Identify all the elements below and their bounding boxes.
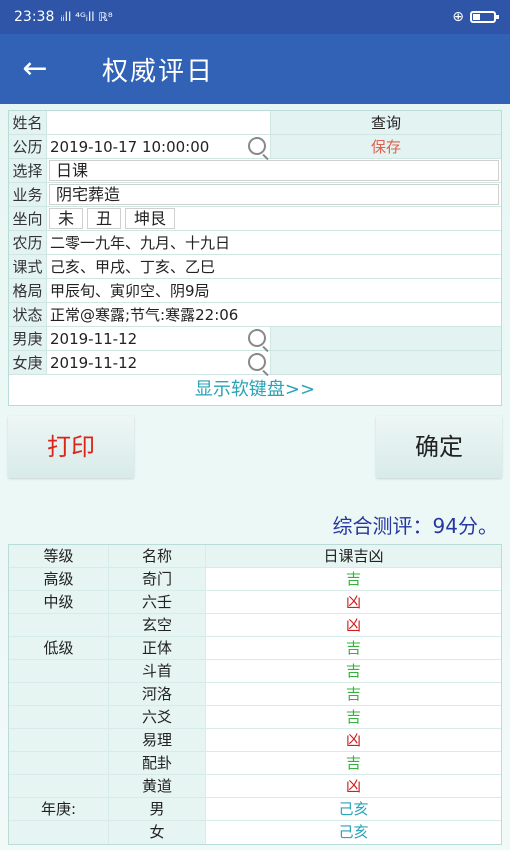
method-cell: 易理 bbox=[109, 729, 206, 751]
method-cell: 斗首 bbox=[109, 660, 206, 682]
app-bar: ← 权威评日 bbox=[0, 34, 510, 104]
col-name-header: 名称 bbox=[109, 545, 206, 567]
select-field[interactable]: 日课 bbox=[49, 160, 499, 181]
female-blank-cell bbox=[271, 351, 501, 374]
table-row: 河洛 吉 bbox=[9, 683, 501, 706]
level-cell: 中级 bbox=[9, 591, 109, 613]
result-cell: 吉 bbox=[345, 708, 361, 726]
table-row: 高级 奇门 吉 bbox=[9, 568, 501, 591]
result-cell: 己亥 bbox=[338, 800, 369, 818]
table-row: 中级 六壬 凶 bbox=[9, 591, 501, 614]
col-level-header: 等级 bbox=[9, 545, 109, 567]
overall-score: 综合测评：94分。 bbox=[332, 514, 498, 538]
table-row: 低级 正体 吉 bbox=[9, 637, 501, 660]
status-bar: 23:38 ᵢᵢll ⁴ᴳᵢll ℝ⁸ ⊕ bbox=[0, 0, 510, 34]
male-label: 男庚 bbox=[9, 327, 47, 350]
pattern-label: 格局 bbox=[9, 279, 47, 302]
input-form: 姓名 查询 公历 2019-10-17 10:00:00 保存 选择 日课 业务… bbox=[8, 110, 502, 406]
pattern-value: 甲辰旬、寅卯空、阴9局 bbox=[50, 282, 210, 300]
method-cell: 男 bbox=[109, 798, 206, 820]
back-arrow-icon[interactable]: ← bbox=[0, 34, 70, 104]
table-row: 配卦 吉 bbox=[9, 752, 501, 775]
search-icon[interactable] bbox=[248, 329, 266, 347]
result-cell: 吉 bbox=[345, 685, 361, 703]
print-button[interactable]: 打印 bbox=[8, 416, 134, 478]
method-cell: 六壬 bbox=[109, 591, 206, 613]
result-cell: 己亥 bbox=[338, 823, 369, 841]
status-time: 23:38 bbox=[14, 9, 55, 25]
direction-label: 坐向 bbox=[9, 207, 47, 230]
method-cell: 六爻 bbox=[109, 706, 206, 728]
result-table: 等级 名称 日课吉凶 高级 奇门吉中级 六壬凶玄空凶低级 正体吉斗首吉河洛吉六爻吉易理… bbox=[8, 544, 502, 845]
table-row: 女 己亥 bbox=[9, 821, 501, 844]
direction-mountain[interactable]: 未 bbox=[49, 208, 84, 229]
result-cell: 吉 bbox=[345, 570, 361, 588]
result-cell: 吉 bbox=[345, 662, 361, 680]
lunar-label: 农历 bbox=[9, 231, 47, 254]
method-cell: 正体 bbox=[109, 637, 206, 659]
battery-icon bbox=[470, 11, 499, 23]
result-cell: 凶 bbox=[345, 777, 361, 795]
table-row: 斗首 吉 bbox=[9, 660, 501, 683]
table-row: 六爻 吉 bbox=[9, 706, 501, 729]
search-icon[interactable] bbox=[248, 137, 266, 155]
ganzhi-label: 课式 bbox=[9, 255, 47, 278]
result-cell: 凶 bbox=[345, 593, 361, 611]
method-cell: 玄空 bbox=[109, 614, 206, 636]
state-label: 状态 bbox=[9, 303, 47, 326]
state-value: 正常@寒露;节气:寒露22:06 bbox=[50, 306, 239, 324]
table-row: 易理 凶 bbox=[9, 729, 501, 752]
signal-icon: ᵢᵢll ⁴ᴳᵢll ℝ⁸ bbox=[60, 10, 113, 24]
level-cell bbox=[9, 752, 109, 774]
table-row: 年庚: 男 己亥 bbox=[9, 798, 501, 821]
save-button[interactable]: 保存 bbox=[271, 135, 501, 158]
date-label: 公历 bbox=[9, 135, 47, 158]
method-cell: 黄道 bbox=[109, 775, 206, 797]
method-cell: 配卦 bbox=[109, 752, 206, 774]
business-field[interactable]: 阴宅葬造 bbox=[49, 184, 499, 205]
level-cell: 高级 bbox=[9, 568, 109, 590]
level-cell: 年庚: bbox=[9, 798, 109, 820]
level-cell: 低级 bbox=[9, 637, 109, 659]
name-label: 姓名 bbox=[9, 111, 47, 134]
select-label: 选择 bbox=[9, 159, 47, 182]
table-row: 黄道 凶 bbox=[9, 775, 501, 798]
result-cell: 吉 bbox=[345, 754, 361, 772]
level-cell bbox=[9, 683, 109, 705]
female-date-input[interactable]: 2019-11-12 bbox=[47, 351, 137, 375]
result-cell: 吉 bbox=[345, 639, 361, 657]
business-label: 业务 bbox=[9, 183, 47, 206]
level-cell bbox=[9, 775, 109, 797]
direction-facing[interactable]: 丑 bbox=[87, 208, 122, 229]
table-row: 玄空 凶 bbox=[9, 614, 501, 637]
male-blank-cell bbox=[271, 327, 501, 350]
method-cell: 女 bbox=[109, 821, 206, 844]
level-cell bbox=[9, 729, 109, 751]
level-cell bbox=[9, 821, 109, 844]
method-cell: 河洛 bbox=[109, 683, 206, 705]
page-title: 权威评日 bbox=[102, 56, 215, 87]
result-cell: 凶 bbox=[345, 731, 361, 749]
female-label: 女庚 bbox=[9, 351, 47, 374]
level-cell bbox=[9, 706, 109, 728]
confirm-button[interactable]: 确定 bbox=[376, 416, 502, 478]
level-cell bbox=[9, 614, 109, 636]
method-cell: 奇门 bbox=[109, 568, 206, 590]
male-date-input[interactable]: 2019-11-12 bbox=[47, 327, 137, 351]
level-cell bbox=[9, 660, 109, 682]
show-keyboard-link[interactable]: 显示软键盘>> bbox=[9, 375, 501, 405]
search-icon[interactable] bbox=[248, 353, 266, 371]
col-result-header: 日课吉凶 bbox=[323, 547, 384, 565]
query-button[interactable]: 查询 bbox=[271, 111, 501, 134]
table-header: 等级 名称 日课吉凶 bbox=[9, 545, 501, 568]
ganzhi-value: 己亥、甲戌、丁亥、乙巳 bbox=[50, 258, 216, 276]
result-cell: 凶 bbox=[345, 616, 361, 634]
direction-trigram[interactable]: 坤艮 bbox=[125, 208, 176, 229]
lunar-value: 二零一九年、九月、十九日 bbox=[50, 234, 231, 252]
date-input[interactable]: 2019-10-17 10:00:00 bbox=[47, 135, 209, 159]
alarm-icon: ⊕ bbox=[452, 9, 464, 25]
